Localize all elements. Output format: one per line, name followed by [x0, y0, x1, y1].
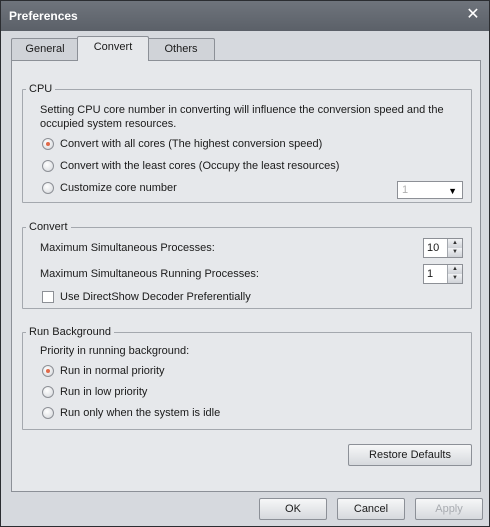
cpu-group-legend: CPU	[29, 83, 53, 95]
title-bar: Preferences ✕	[1, 1, 489, 31]
stepper-down-icon[interactable]: ▼	[447, 274, 462, 283]
radio-low-priority-label[interactable]: Run in low priority	[60, 386, 147, 398]
radio-least-cores-label[interactable]: Convert with the least cores (Occupy the…	[60, 160, 339, 172]
convert-group-legend: Convert	[29, 221, 68, 233]
max-running-label: Maximum Simultaneous Running Processes:	[40, 268, 259, 280]
max-processes-stepper[interactable]: 10 ▲ ▼	[423, 238, 463, 258]
radio-normal-priority-label[interactable]: Run in normal priority	[60, 365, 165, 377]
max-running-value: 1	[427, 268, 434, 280]
restore-defaults-button[interactable]: Restore Defaults	[348, 444, 472, 466]
core-number-select[interactable]: 1 ▼	[397, 181, 463, 199]
radio-idle-priority[interactable]	[42, 407, 54, 419]
close-icon[interactable]: ✕	[463, 5, 483, 25]
radio-idle-priority-label[interactable]: Run only when the system is idle	[60, 407, 220, 419]
max-processes-label: Maximum Simultaneous Processes:	[40, 242, 215, 254]
chevron-down-icon: ▼	[448, 186, 457, 196]
run-background-legend: Run Background	[29, 326, 111, 338]
run-background-group: Run Background Priority in running backg…	[22, 326, 472, 430]
core-number-value: 1	[402, 184, 409, 196]
priority-label: Priority in running background:	[40, 345, 190, 357]
window-title: Preferences	[9, 9, 78, 23]
tab-general[interactable]: General	[11, 38, 79, 60]
radio-customize-cores[interactable]	[42, 182, 54, 194]
directshow-checkbox[interactable]	[42, 291, 54, 303]
max-running-stepper[interactable]: 1 ▲ ▼	[423, 264, 463, 284]
cpu-description-line2: occupied system resources.	[40, 118, 177, 130]
tab-convert[interactable]: Convert	[77, 36, 149, 61]
apply-button[interactable]: Apply	[415, 498, 483, 520]
radio-all-cores[interactable]	[42, 138, 54, 150]
tab-panel-convert: CPU Setting CPU core number in convertin…	[11, 60, 481, 492]
cpu-description-line1: Setting CPU core number in converting wi…	[40, 104, 444, 116]
radio-customize-cores-label[interactable]: Customize core number	[60, 182, 177, 194]
ok-button[interactable]: OK	[259, 498, 327, 520]
tab-others[interactable]: Others	[147, 38, 215, 60]
max-processes-value: 10	[427, 242, 440, 254]
cpu-group: CPU Setting CPU core number in convertin…	[22, 83, 472, 203]
preferences-window: Preferences ✕ General Convert Others CPU…	[0, 0, 490, 527]
radio-all-cores-label[interactable]: Convert with all cores (The highest conv…	[60, 138, 322, 150]
radio-normal-priority[interactable]	[42, 365, 54, 377]
radio-low-priority[interactable]	[42, 386, 54, 398]
directshow-label[interactable]: Use DirectShow Decoder Preferentially	[60, 291, 251, 303]
cancel-button[interactable]: Cancel	[337, 498, 405, 520]
radio-least-cores[interactable]	[42, 160, 54, 172]
stepper-down-icon[interactable]: ▼	[447, 248, 462, 257]
convert-group: Convert Maximum Simultaneous Processes: …	[22, 221, 472, 309]
